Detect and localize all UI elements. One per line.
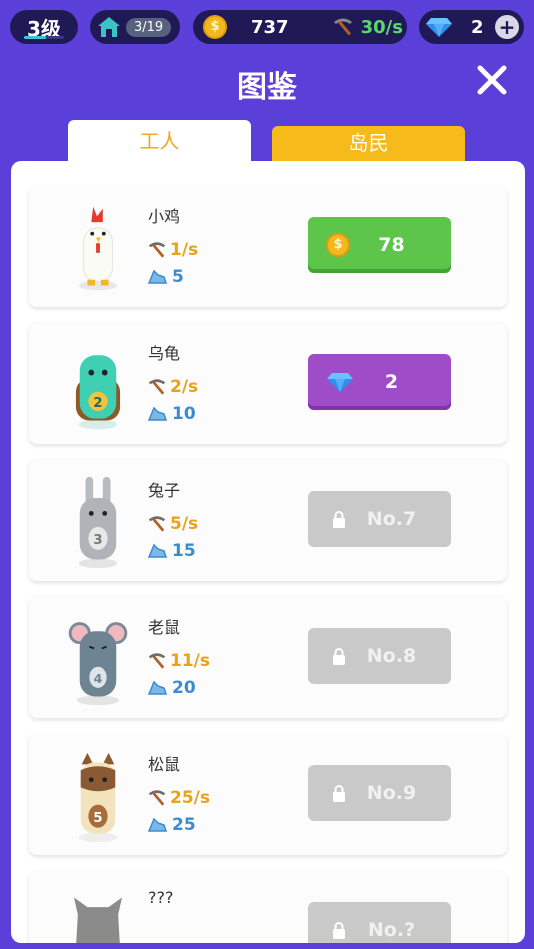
worker-name: 松鼠 bbox=[148, 755, 181, 774]
worker-sleep: 10 bbox=[146, 404, 196, 424]
coin-icon: $ bbox=[203, 15, 227, 39]
worker-sleep-value: 15 bbox=[172, 541, 196, 561]
action-label: No.? bbox=[367, 919, 416, 941]
worker-rate-value: 2/s bbox=[170, 377, 199, 397]
worker-card: 5 松鼠 25/s 25 No.9 bbox=[29, 733, 507, 855]
locked-slot-button[interactable]: No.9 bbox=[308, 765, 451, 821]
gem-counter: 2 + bbox=[419, 10, 524, 44]
pickaxe-icon bbox=[148, 790, 166, 806]
worker-rate-value: 1/s bbox=[170, 240, 199, 260]
tab-islanders[interactable]: 岛民 bbox=[272, 126, 465, 162]
worker-rate: 5/s bbox=[146, 513, 198, 535]
gem-amount: 2 bbox=[471, 16, 484, 38]
worker-rate-value: 25/s bbox=[170, 788, 210, 808]
buy-worker-button[interactable]: 2 bbox=[308, 354, 451, 410]
pickaxe-icon bbox=[148, 653, 166, 669]
sleep-icon bbox=[147, 543, 168, 558]
svg-text:3: 3 bbox=[93, 533, 102, 548]
worker-card: 小鸡 1/s 5 $ 78 bbox=[29, 185, 507, 307]
action-label: No.7 bbox=[366, 508, 417, 530]
worker-sleep: 20 bbox=[146, 678, 196, 698]
page-title: 图鉴 bbox=[237, 70, 297, 105]
sleep-icon bbox=[147, 680, 168, 695]
svg-text:2: 2 bbox=[93, 396, 102, 411]
locked-slot-button[interactable]: No.8 bbox=[308, 628, 451, 684]
worker-portrait: 3 bbox=[78, 476, 118, 569]
worker-portrait: 4 bbox=[68, 622, 128, 706]
action-label: No.8 bbox=[366, 645, 417, 667]
sleep-icon bbox=[147, 406, 168, 421]
svg-text:4: 4 bbox=[94, 671, 103, 686]
worker-card: 3 兔子 5/s 15 No.7 bbox=[29, 459, 507, 581]
add-gems-button[interactable]: + bbox=[495, 15, 519, 39]
sleep-icon bbox=[147, 269, 168, 284]
house-count: 3/19 bbox=[126, 17, 172, 37]
worker-name: 兔子 bbox=[148, 481, 181, 500]
buy-worker-button[interactable]: $ 78 bbox=[308, 217, 451, 273]
action-label: 2 bbox=[384, 371, 399, 393]
house-icon bbox=[98, 17, 120, 37]
worker-sleep-value: 5 bbox=[172, 267, 184, 287]
worker-rate: 1/s bbox=[146, 239, 198, 261]
worker-name: ??? bbox=[148, 888, 174, 907]
collection-panel[interactable]: 小鸡 1/s 5 $ 78 2 乌龟 2/s 10 2 3 兔子 5/s 15 … bbox=[11, 161, 525, 943]
pickaxe-icon bbox=[148, 516, 166, 532]
close-icon[interactable] bbox=[474, 62, 510, 98]
worker-rate-value: 5/s bbox=[170, 514, 199, 534]
sleep-icon bbox=[147, 817, 168, 832]
worker-card: ??? ??? No.? bbox=[29, 870, 507, 943]
worker-portrait: 5 bbox=[78, 752, 118, 843]
pickaxe-icon bbox=[148, 242, 166, 258]
coin-amount: 737 bbox=[251, 16, 289, 38]
worker-name: 老鼠 bbox=[148, 618, 181, 637]
worker-sleep: 5 bbox=[146, 267, 184, 287]
worker-sleep-value: 25 bbox=[172, 815, 196, 835]
worker-sleep: 15 bbox=[146, 541, 196, 561]
gem-icon bbox=[426, 18, 452, 37]
locked-slot-button[interactable]: No.? bbox=[308, 902, 451, 943]
worker-name: 小鸡 bbox=[148, 207, 181, 226]
action-label: 78 bbox=[378, 234, 405, 256]
worker-name: 乌龟 bbox=[148, 344, 181, 363]
worker-sleep-value: 10 bbox=[172, 404, 196, 424]
worker-sleep: 25 bbox=[146, 815, 196, 835]
pickaxe-icon bbox=[148, 379, 166, 395]
worker-portrait: 2 bbox=[75, 355, 121, 430]
coin-counter: $ 737 30/s bbox=[193, 10, 407, 44]
worker-card: 2 乌龟 2/s 10 2 bbox=[29, 322, 507, 444]
worker-portrait bbox=[78, 206, 118, 291]
worker-sleep-value: 20 bbox=[172, 678, 196, 698]
worker-rate: 11/s bbox=[146, 650, 210, 672]
level-progress-bar bbox=[24, 36, 64, 39]
worker-rate: 25/s bbox=[146, 787, 210, 809]
tab-workers[interactable]: 工人 bbox=[68, 120, 251, 162]
coin-rate: 30/s bbox=[360, 16, 403, 38]
top-hud: 3级 3/19 $ 737 30/s 2 + bbox=[0, 10, 534, 46]
worker-rate-value: 11/s bbox=[170, 651, 210, 671]
worker-rate: 2/s bbox=[146, 376, 198, 398]
level-badge: 3级 bbox=[10, 10, 78, 44]
pickaxe-icon bbox=[333, 18, 352, 36]
svg-text:5: 5 bbox=[93, 811, 102, 826]
locked-slot-button[interactable]: No.7 bbox=[308, 491, 451, 547]
action-label: No.9 bbox=[366, 782, 417, 804]
house-counter[interactable]: 3/19 bbox=[90, 10, 180, 44]
worker-portrait bbox=[74, 897, 122, 943]
worker-card: 4 老鼠 11/s 20 No.8 bbox=[29, 596, 507, 718]
